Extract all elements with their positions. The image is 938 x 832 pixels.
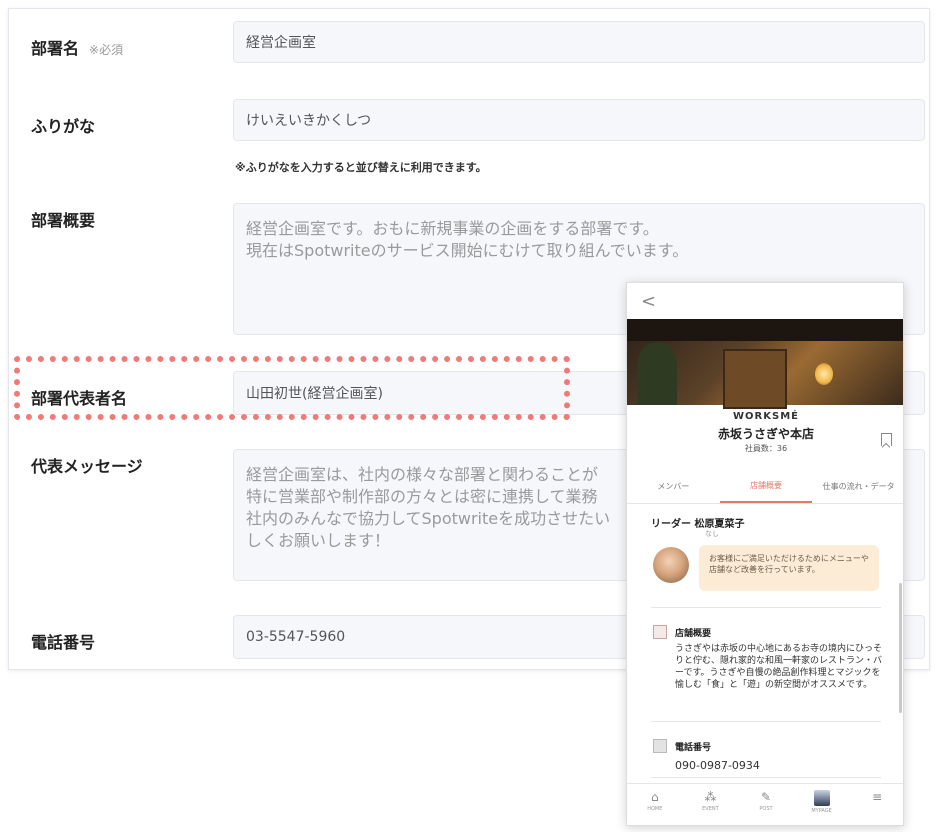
overview-body: うさぎやは赤坂の中心地にあるお寺の境内にひっそりと佇む、隠れ家的な和風一軒家のレ… — [675, 644, 883, 690]
tel-number: 090-0987-0934 — [675, 759, 760, 772]
post-icon: ✎ — [760, 790, 772, 804]
store-icon — [653, 625, 667, 639]
bookmark-icon[interactable] — [881, 433, 892, 446]
scrollbar[interactable] — [899, 583, 902, 713]
brand-logo: WORKSMÉ — [733, 411, 799, 422]
tab-members[interactable]: メンバー — [627, 471, 720, 503]
leader-name: リーダー 松原夏菜子 — [651, 519, 745, 530]
message-label: 代表メッセージ — [31, 457, 143, 476]
home-icon: ⌂ — [650, 790, 659, 804]
shop-name: 赤坂うさぎや本店 — [717, 427, 814, 441]
staff-count: 社員数：36 — [744, 444, 788, 453]
furigana-input[interactable]: けいえいきかくしつ — [233, 99, 925, 141]
leader-avatar — [653, 547, 689, 583]
furigana-label: ふりがな — [31, 117, 96, 136]
preview-tabs: メンバー 店舗概要 仕事の流れ・データ — [627, 471, 903, 504]
mypage-avatar-icon — [813, 790, 830, 806]
leader-message: お客様にご満足いただけるためにメニューや店舗など改善を行っています。 — [699, 545, 879, 591]
divider — [651, 721, 881, 722]
furigana-hint: ※ふりがなを入力すると並び替えに利用できます。 — [235, 161, 487, 174]
highlight-dotted-frame — [14, 356, 570, 420]
tab-workflow[interactable]: 仕事の流れ・データ — [812, 471, 903, 503]
nav-menu[interactable]: ≡ — [849, 784, 903, 825]
bottom-nav: ⌂ HOME ⁂ EVENT ✎ POST MYPAGE ≡ — [627, 783, 903, 825]
back-icon[interactable]: < — [641, 291, 656, 312]
phone-icon — [653, 739, 667, 753]
nav-home[interactable]: ⌂ HOME — [627, 784, 683, 825]
nav-post[interactable]: ✎ POST — [738, 784, 794, 825]
tab-overview[interactable]: 店舗概要 — [719, 471, 813, 503]
event-icon: ⁂ — [704, 790, 717, 804]
summary-label: 部署概要 — [31, 211, 96, 230]
divider — [651, 607, 881, 608]
required-badge: ※必須 — [89, 43, 124, 57]
nav-mypage[interactable]: MYPAGE — [794, 784, 850, 825]
menu-icon: ≡ — [872, 790, 883, 804]
divider — [651, 777, 881, 778]
mobile-preview: < WORKSMÉ 赤坂うさぎや本店 社員数：36 メンバー 店舗概要 仕事の流… — [626, 282, 904, 826]
shop-hero-image — [627, 319, 903, 409]
phone-label: 電話番号 — [31, 633, 96, 652]
tel-title: 電話番号 — [675, 743, 712, 753]
dept-name-label: 部署名 ※必須 — [31, 39, 124, 58]
overview-title: 店舗概要 — [675, 629, 712, 639]
dept-name-input[interactable]: 経営企画室 — [233, 21, 925, 63]
nav-event[interactable]: ⁂ EVENT — [683, 784, 739, 825]
leader-sub: なし — [705, 530, 719, 538]
